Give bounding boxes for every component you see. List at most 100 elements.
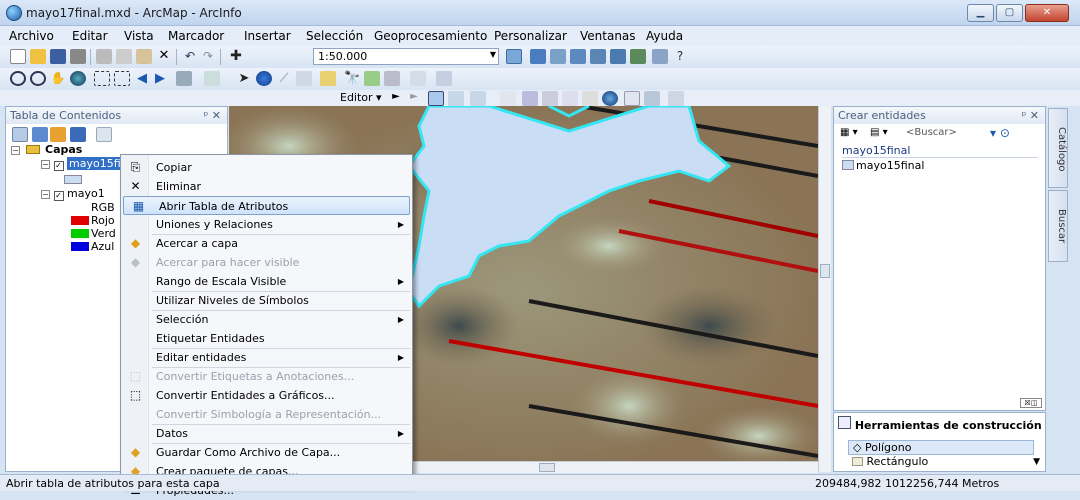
- edit-annotation-icon[interactable]: ►: [406, 91, 422, 106]
- toc-options-icon[interactable]: [96, 127, 112, 142]
- toc-root-layers[interactable]: − Capas: [11, 143, 82, 156]
- zoom-out-icon[interactable]: [30, 71, 46, 86]
- arcgis-ext-icon[interactable]: [652, 49, 668, 64]
- trace-icon[interactable]: [470, 91, 486, 106]
- search-icon[interactable]: ▾ ⊙: [990, 126, 1010, 140]
- context-menu-item-datos[interactable]: Datos ▶: [121, 424, 412, 443]
- menu-personalizar[interactable]: Personalizar: [494, 29, 567, 43]
- search-window-icon[interactable]: [570, 49, 586, 64]
- list-by-source-icon[interactable]: [32, 127, 48, 142]
- search-input[interactable]: <Buscar>: [906, 127, 957, 138]
- template-organizer-button[interactable]: ▤ ▾: [870, 127, 888, 138]
- whats-this-icon[interactable]: ?: [672, 49, 688, 64]
- tools-scroll-down[interactable]: ▼: [1033, 457, 1040, 467]
- menu-archivo[interactable]: Archivo: [9, 29, 54, 43]
- template-item[interactable]: mayo15final: [842, 159, 924, 172]
- attributes-window-icon[interactable]: [624, 91, 640, 106]
- end-point-arc-icon[interactable]: [448, 91, 464, 106]
- panel-pin-close[interactable]: ᵖ ✕: [1022, 109, 1039, 122]
- reshape-icon[interactable]: [542, 91, 558, 106]
- menu-editar[interactable]: Editar: [72, 29, 108, 43]
- redo-icon[interactable]: ↷: [200, 49, 216, 64]
- context-menu-item-utilizar-niveles-de-símbolos[interactable]: Utilizar Niveles de Símbolos: [121, 291, 412, 310]
- menu-ayuda[interactable]: Ayuda: [646, 29, 683, 43]
- back-extent-icon[interactable]: ◀: [134, 71, 150, 86]
- editor-toolbar-icon[interactable]: [506, 49, 522, 64]
- context-menu-item-uniones-y-relaciones[interactable]: Uniones y Relaciones ▶: [121, 215, 412, 234]
- print-icon[interactable]: [70, 49, 86, 64]
- context-menu-item-rango-de-escala-visible[interactable]: Rango de Escala Visible ▶: [121, 272, 412, 291]
- toc-window-icon[interactable]: [530, 49, 546, 64]
- delete-icon[interactable]: ✕: [156, 49, 172, 64]
- menu-geoprocesamiento[interactable]: Geoprocesamiento: [374, 29, 487, 43]
- menu-seleccion[interactable]: Selección: [306, 29, 363, 43]
- scroll-thumb[interactable]: [820, 264, 830, 278]
- close-button[interactable]: ✕: [1025, 4, 1069, 22]
- select-features-icon[interactable]: [176, 71, 192, 86]
- time-slider-icon[interactable]: [410, 71, 426, 86]
- scroll-thumb[interactable]: [539, 463, 555, 472]
- context-menu-item-eliminar[interactable]: ✕ Eliminar: [121, 177, 412, 196]
- measure-icon[interactable]: [320, 71, 336, 86]
- goto-xy-icon[interactable]: [384, 71, 400, 86]
- minimize-button[interactable]: ▁: [967, 4, 994, 22]
- clear-selection-icon[interactable]: [204, 71, 220, 86]
- zoom-in-icon[interactable]: [10, 71, 26, 86]
- python-window-icon[interactable]: [610, 49, 626, 64]
- catalog-window-icon[interactable]: [550, 49, 566, 64]
- tool-rectangle[interactable]: Rectángulo: [848, 455, 928, 468]
- viewer-window-icon[interactable]: [436, 71, 452, 86]
- tool-polygon[interactable]: ◇ Polígono: [848, 440, 1034, 455]
- save-icon[interactable]: [50, 49, 66, 64]
- toggle-pane-icon[interactable]: ☒◫: [1020, 398, 1042, 408]
- context-menu-item-convertir-entidades-a-gráficos[interactable]: ⬚ Convertir Entidades a Gráficos...: [121, 386, 412, 405]
- collapse-icon[interactable]: −: [41, 190, 50, 199]
- toc-layer-raster[interactable]: − ✓ mayo1: [41, 187, 105, 201]
- menu-ventanas[interactable]: Ventanas: [580, 29, 636, 43]
- maximize-button[interactable]: ▢: [996, 4, 1023, 22]
- identify-icon[interactable]: [256, 71, 272, 86]
- copy-icon[interactable]: [116, 49, 132, 64]
- rotate-icon[interactable]: [602, 91, 618, 106]
- full-extent-icon[interactable]: [70, 71, 86, 86]
- create-features-window-icon[interactable]: [668, 91, 684, 106]
- split-icon[interactable]: [500, 91, 516, 106]
- open-folder-icon[interactable]: [30, 49, 46, 64]
- html-popup-icon[interactable]: [296, 71, 312, 86]
- hyperlink-icon[interactable]: ⟋: [276, 71, 292, 86]
- map-vertical-scrollbar[interactable]: [818, 106, 831, 472]
- pan-icon[interactable]: ✋: [50, 71, 66, 86]
- add-data-icon[interactable]: ✚: [228, 49, 244, 64]
- menu-insertar[interactable]: Insertar: [244, 29, 291, 43]
- fixed-zoom-in-icon[interactable]: [94, 71, 110, 86]
- layer-visibility-checkbox[interactable]: ✓: [53, 191, 64, 201]
- context-menu-item-acercar-a-capa[interactable]: ◆ Acercar a capa: [121, 234, 412, 253]
- tab-search[interactable]: Buscar: [1048, 190, 1068, 262]
- menu-marcador[interactable]: Marcador: [168, 29, 224, 43]
- modelbuilder-icon[interactable]: [630, 49, 646, 64]
- cut-polygons-icon[interactable]: [562, 91, 578, 106]
- list-by-visibility-icon[interactable]: [50, 127, 66, 142]
- editor-menu[interactable]: Editor ▾: [340, 91, 382, 104]
- split-tool-icon[interactable]: [582, 91, 598, 106]
- menu-vista[interactable]: Vista: [124, 29, 154, 43]
- arctoolbox-icon[interactable]: [590, 49, 606, 64]
- undo-icon[interactable]: ↶: [182, 49, 198, 64]
- fixed-zoom-out-icon[interactable]: [114, 71, 130, 86]
- find-route-icon[interactable]: [364, 71, 380, 86]
- map-scale-select[interactable]: 1:50.000 ▼: [313, 48, 499, 65]
- list-by-selection-icon[interactable]: [70, 127, 86, 142]
- template-label[interactable]: mayo15final: [856, 159, 924, 172]
- paste-icon[interactable]: [136, 49, 152, 64]
- context-menu-item-etiquetar-entidades[interactable]: Etiquetar Entidades: [121, 329, 412, 348]
- new-document-icon[interactable]: [10, 49, 26, 64]
- collapse-icon[interactable]: −: [11, 146, 20, 155]
- forward-extent-icon[interactable]: ▶: [152, 71, 168, 86]
- context-menu-item-copiar[interactable]: ⎘ Copiar: [121, 158, 412, 177]
- list-by-drawing-order-icon[interactable]: [12, 127, 28, 142]
- layer-visibility-checkbox[interactable]: ✓: [53, 161, 64, 171]
- tab-catalog[interactable]: Catálogo: [1048, 108, 1068, 188]
- straight-segment-icon[interactable]: [428, 91, 444, 106]
- find-icon[interactable]: 🔭: [344, 71, 360, 86]
- context-menu-item-guardar-como-archivo-de-capa[interactable]: ◆ Guardar Como Archivo de Capa...: [121, 443, 412, 462]
